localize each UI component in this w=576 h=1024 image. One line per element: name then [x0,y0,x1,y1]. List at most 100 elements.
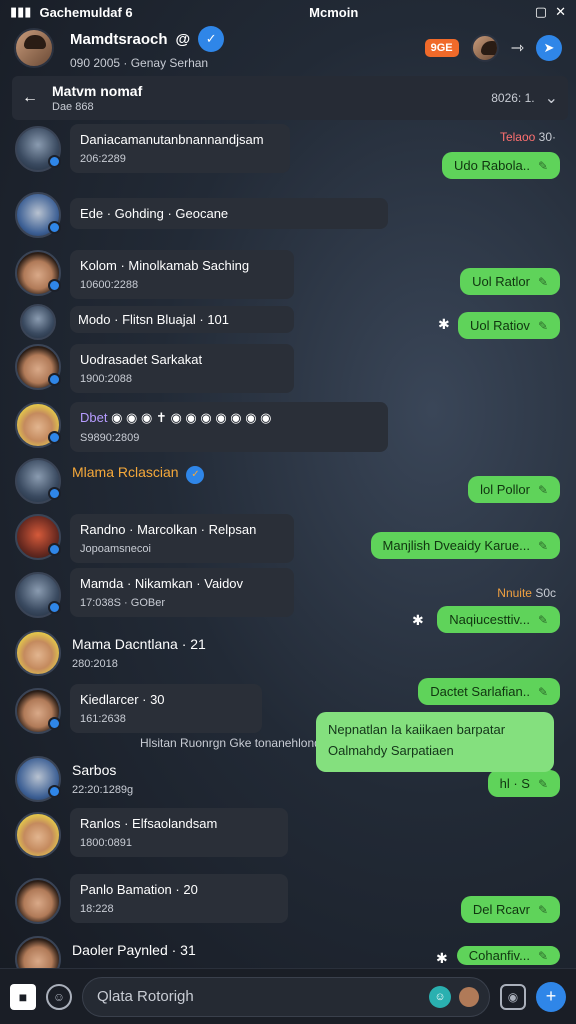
message-text: Uodrasadet Sarkakat [80,352,203,367]
avatar[interactable] [15,126,61,172]
avatar[interactable] [15,878,61,924]
avatar[interactable] [15,756,61,802]
message-text: Panlo Bamation · 20 [80,882,198,897]
message-meta: 206:2289 [80,153,126,165]
message-text: Randno · Marcolkan · Relpsan [80,522,257,537]
back-arrow-icon[interactable]: ← [22,89,38,107]
time-tag: Nnuite S0c [497,586,556,600]
at-icon: @ [175,30,191,48]
avatar[interactable] [15,192,61,238]
message-bubble[interactable]: Ranlos · Elfsaolandsam 1800:0891 [70,808,288,857]
message-bubble[interactable]: Kiedlarcer · 30 161:2638 [70,684,262,733]
edit-icon: ✎ [537,158,548,173]
topic-caption: Dae 868 [52,101,94,113]
outgoing-bubble[interactable]: hl · S ✎ [487,770,560,797]
star-icon: ✱ [412,612,424,628]
outgoing-bubble[interactable]: lol Pollor ✎ [468,476,560,503]
edit-icon: ✎ [537,948,548,963]
message-bubble[interactable]: Kolom · Minolkamab Saching 10600:2288 [70,250,294,299]
close-icon[interactable]: ✕ [555,4,566,20]
message-bubble[interactable]: Dbet ◉ ◉ ◉ ✝ ◉ ◉ ◉ ◉ ◉ ◉ ◉ S9890:2809 [70,402,388,452]
message-bubble[interactable]: Panlo Bamation · 20 18:228 [70,874,288,923]
status-center-text: Mcmoin [309,4,359,20]
topic-date: 8026: 1. [491,91,535,105]
outgoing-bubble[interactable]: Del Rcavr ✎ [460,896,560,923]
message-meta: 1800:0891 [80,837,132,849]
avatar[interactable] [14,28,54,68]
message-bubble[interactable]: Randno · Marcolkan · Relpsan Jopoamsneco… [70,514,294,563]
edit-icon: ✎ [537,902,548,917]
composer-bar: ■ ☺ ☺ ◉ + [0,968,576,1024]
message-bubble[interactable]: Ede · Gohding · Geocane [70,198,388,229]
mini-avatar[interactable] [459,986,479,1007]
avatar[interactable] [15,630,61,676]
status-bar: ▮▮▮ Gachemuldaf 6 Mcmoin ▢ ✕ [0,0,576,24]
outgoing-bubble[interactable]: Udo Rabola.. ✎ [442,152,560,179]
chevron-down-icon[interactable]: ⌄ [545,88,558,108]
edit-icon: ✎ [537,612,548,627]
share-button[interactable]: ➤ [536,35,562,61]
star-icon: ✱ [436,950,448,966]
message-sender: Mlama Rclascian ✓ [72,464,205,484]
chat-title: Mamdtsraoch [70,30,168,48]
edit-icon: ✎ [537,776,548,791]
screen-icon: ▢ [534,4,548,19]
message-text: Mamda · Nikamkan · Vaidov [80,576,244,591]
avatar[interactable] [15,344,61,390]
avatar[interactable] [15,458,61,504]
outgoing-bubble[interactable]: Cohanfiv... ✎ [456,946,560,965]
verified-icon: ✓ [186,465,205,484]
message-sender: Mama Dacntlana · 21 280:2018 [72,636,206,670]
avatar[interactable] [15,688,61,734]
outgoing-bubble[interactable]: Manjlish Dveaidy Karue... ✎ [370,532,560,559]
avatar[interactable] [20,304,56,340]
outgoing-long-bubble[interactable]: Nepnatlan Ia kaiikaen barpatar Oalmahdy … [316,712,554,772]
message-compose[interactable]: ☺ [82,976,490,1017]
message-text: Ranlos · Elfsaolandsam [80,816,218,831]
message-text: Kolom · Minolkamab Saching [80,258,250,273]
message-list[interactable]: Daniacamanutanbnannandjsam 206:2289 Tela… [0,122,576,968]
message-sender: Sarbos 22:20:1289g [72,762,134,796]
edit-icon: ✎ [537,274,548,289]
message-meta: 10600:2288 [80,279,139,291]
avatar[interactable] [15,572,61,618]
topic-title: Matvm nomaf [52,83,143,99]
outgoing-bubble[interactable]: Dactet Sarlafian.. ✎ [418,678,560,705]
message-meta: S9890:2809 [80,432,140,444]
message-text: Daniacamanutanbnannandjsam [80,132,264,147]
link-icon[interactable]: ⇾ [511,38,524,58]
add-button[interactable]: + [536,981,566,1012]
message-meta: 17:038S · GOBer [80,597,165,609]
message-bubble[interactable]: Daniacamanutanbnannandjsam 206:2289 [70,124,290,173]
outgoing-bubble[interactable]: Naqiucesttiv... ✎ [437,606,560,633]
outgoing-bubble[interactable]: Uol Ratlor ✎ [460,268,560,295]
message-meta: 161:2638 [80,713,126,725]
time-tag: Telaoo 30· [499,130,556,144]
message-bubble[interactable]: Mamda · Nikamkan · Vaidov 17:038S · GOBe… [70,568,294,617]
message-bubble[interactable]: Modo · Flitsn Bluajal · 101 [70,306,294,333]
avatar[interactable] [15,402,61,448]
message-meta: 18:228 [80,903,114,915]
avatar[interactable] [15,250,61,296]
emoji-icon[interactable]: ☺ [46,983,72,1010]
outgoing-bubble[interactable]: Uol Ratiov ✎ [457,312,560,339]
chat-header: Mamdtsraoch @ ✓ 090 2005 · Genay Serhan … [0,24,576,72]
status-badge[interactable]: 9GE [424,39,459,57]
edit-icon: ✎ [537,684,548,699]
status-left-text: Gachemuldaf 6 [39,4,133,20]
message-text: Ede · Gohding · Geocane [80,206,229,221]
edit-icon: ✎ [537,482,548,497]
topic-bar: ← Matvm nomaf Dae 868 8026: 1. ⌄ [12,76,568,120]
avatar[interactable] [15,812,61,858]
message-meta: Jopoamsnecoi [80,543,151,555]
contact-avatar[interactable] [470,34,499,62]
edit-icon: ✎ [537,538,548,553]
star-icon: ✱ [438,316,450,332]
message-input[interactable] [97,988,429,1005]
app-logo-icon[interactable]: ■ [10,983,36,1010]
message-bubble[interactable]: Uodrasadet Sarkakat 1900:2088 [70,344,294,393]
sticker-icon[interactable]: ☺ [429,985,451,1008]
camera-icon[interactable]: ◉ [500,983,526,1010]
message-text: Dbet ◉ ◉ ◉ ✝ ◉ ◉ ◉ ◉ ◉ ◉ ◉ [80,410,272,425]
avatar[interactable] [15,514,61,560]
